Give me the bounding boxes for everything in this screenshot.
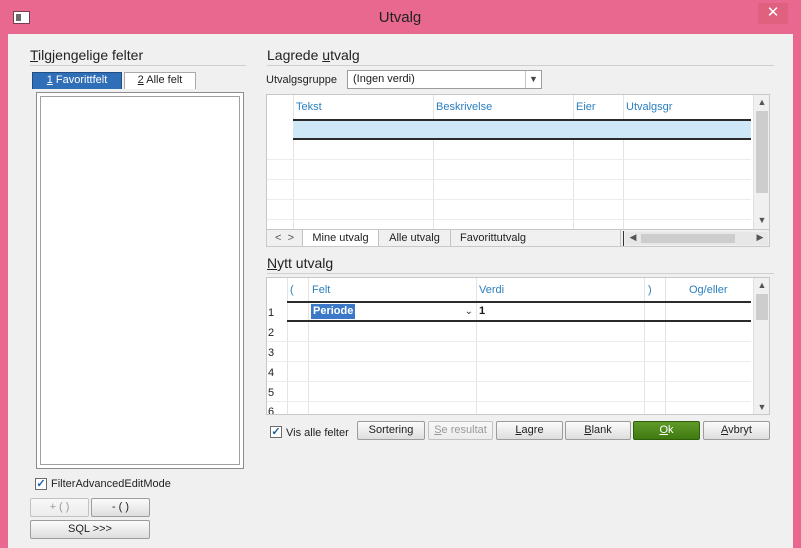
subtab-prev-icon[interactable]: < (275, 232, 281, 244)
selection-group-combo[interactable]: (Ingen verdi) ▼ (347, 70, 542, 89)
sort-button[interactable]: Sortering (357, 421, 425, 440)
new-selection-title-rest: ytt utvalg (277, 255, 334, 271)
column-header-text[interactable]: Tekst (296, 101, 322, 113)
blank-mnemonic: B (584, 424, 592, 436)
show-all-fields-label: Vis alle felter (286, 427, 349, 439)
selected-row[interactable] (293, 121, 751, 138)
subtab-nav[interactable]: < > (267, 230, 303, 246)
new-grid-vscroll[interactable]: ▲ ▼ (753, 278, 769, 414)
cancel-button[interactable]: Avbryt (703, 421, 770, 440)
available-fields-title-mnemonic: T (30, 47, 39, 63)
selection-group-label: Utvalgsgruppe (266, 74, 337, 86)
row-number: 3 (268, 347, 275, 359)
available-fields-rule (30, 65, 246, 66)
subtab-next-icon[interactable]: > (288, 232, 294, 244)
available-fields-title-rest: ilgjengelige felter (38, 47, 144, 63)
see-result-mnemonic: S (434, 424, 442, 436)
column-header-and-or[interactable]: Og/eller (689, 284, 728, 296)
field-dropdown[interactable]: Periode ⌄ (311, 304, 473, 319)
chevron-down-icon[interactable]: ▼ (525, 71, 541, 88)
dialog-client: Tilgjengelige felter 1 Favorittfelt 2 Al… (8, 34, 793, 548)
show-all-fields-checkbox[interactable]: ✓ (270, 426, 282, 438)
row-number: 4 (268, 367, 275, 379)
value-cell[interactable]: 1 (479, 304, 485, 319)
blank-button[interactable]: Blank (565, 421, 631, 440)
subtab-favorite-selections[interactable]: Favorittutvalg (451, 230, 621, 246)
see-result-button[interactable]: Se resultat (428, 421, 493, 440)
saved-selections-title: Lagrede utvalg (267, 47, 360, 63)
tab-favorite-fields-label: Favorittfelt (52, 74, 108, 86)
remove-paren-button[interactable]: - ( ) (91, 498, 150, 517)
favorite-fields-panel (36, 92, 244, 469)
saved-selections-rule (267, 65, 774, 66)
new-selection-title: Nytt utvalg (267, 255, 333, 271)
selection-group-value: (Ingen verdi) (353, 73, 415, 85)
sql-button[interactable]: SQL >>> (30, 520, 150, 539)
column-header-owner[interactable]: Eier (576, 101, 596, 113)
advanced-edit-checkbox[interactable]: ✓ (35, 478, 47, 490)
cancel-label: vbryt (728, 424, 752, 436)
field-value: Periode (311, 304, 356, 319)
favorite-fields-list[interactable] (40, 96, 240, 465)
saved-selections-title-rest: tvalg (330, 47, 360, 63)
column-header-description[interactable]: Beskrivelse (436, 101, 492, 113)
saved-selections-title-prefix: Lagrede (267, 47, 323, 63)
tab-favorite-fields[interactable]: 1 Favorittfelt (32, 72, 122, 89)
column-header-open-paren[interactable]: ( (290, 284, 294, 296)
saved-grid-vscroll[interactable]: ▲ ▼ (753, 95, 769, 229)
see-result-label: e resultat (441, 424, 487, 436)
app-icon (13, 11, 30, 24)
row-number: 1 (268, 307, 275, 319)
new-selection-title-mnemonic: N (267, 255, 278, 271)
column-header-value[interactable]: Verdi (479, 284, 504, 296)
tab-all-fields[interactable]: 2 Alle felt (124, 72, 196, 89)
row-number: 2 (268, 327, 275, 339)
window-title: Utvalg (378, 9, 422, 26)
subtab-all-selections[interactable]: Alle utvalg (379, 230, 451, 246)
column-header-field[interactable]: Felt (312, 284, 330, 296)
saved-selections-grid[interactable]: Tekst Beskrivelse Eier Utvalgsgr ▲ ▼ < >… (266, 94, 770, 247)
available-fields-title: Tilgjengelige felter (30, 47, 143, 63)
column-header-close-paren[interactable]: ) (648, 284, 652, 296)
column-header-selection-group[interactable]: Utvalgsgr (626, 101, 672, 113)
subtab-my-selections[interactable]: Mine utvalg (303, 230, 379, 246)
new-selection-grid[interactable]: ( Felt Verdi ) Og/eller 1 Periode ⌄ 1 2 … (266, 277, 770, 415)
ok-button[interactable]: Ok (633, 421, 700, 440)
close-button[interactable]: ✕ (758, 3, 788, 24)
saved-grid-footer: < > Mine utvalg Alle utvalg Favorittutva… (267, 229, 769, 246)
row-number: 5 (268, 387, 275, 399)
ok-mnemonic: O (659, 424, 669, 436)
chevron-down-icon[interactable]: ⌄ (465, 304, 473, 319)
blank-label: lank (591, 424, 612, 436)
save-button[interactable]: Lagre (496, 421, 563, 440)
row-number: 6 (268, 406, 275, 415)
saved-selections-title-mnemonic: u (322, 47, 331, 63)
add-paren-button[interactable]: + ( ) (30, 498, 89, 517)
ok-label: k (668, 424, 674, 436)
new-selection-rule (267, 273, 774, 274)
save-label: agre (521, 424, 544, 436)
title-bar[interactable]: Utvalg ✕ (0, 0, 801, 34)
advanced-edit-label: FilterAdvancedEditMode (51, 478, 171, 490)
saved-grid-hscroll[interactable]: ◀ ▶ (625, 232, 768, 245)
tab-all-fields-label: Alle felt (143, 74, 183, 86)
